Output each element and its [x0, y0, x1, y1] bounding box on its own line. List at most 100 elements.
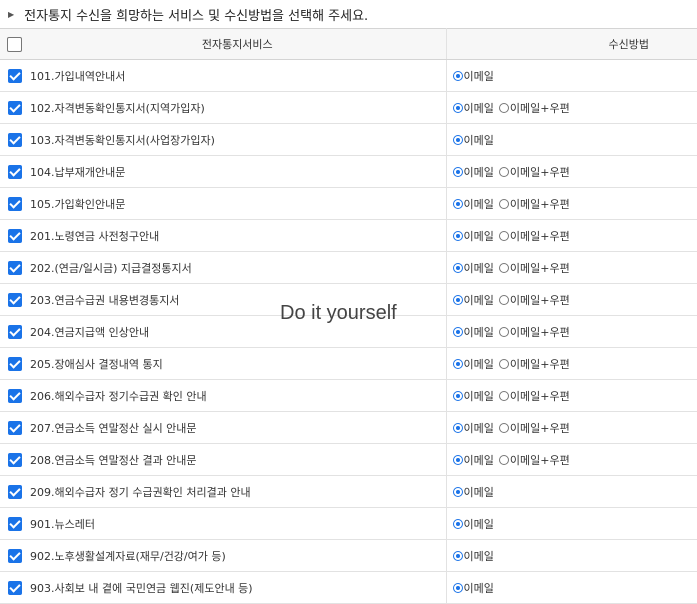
select-all-checkbox[interactable]: [7, 36, 22, 52]
radio-button[interactable]: [452, 294, 463, 305]
method-options: 이메일 이메일+우편: [446, 347, 697, 380]
method-options: 이메일 이메일+우편: [446, 379, 697, 412]
radio-button[interactable]: [498, 294, 509, 305]
method-option-email[interactable]: 이메일: [452, 228, 494, 244]
radio-button[interactable]: [452, 134, 463, 145]
method-option-email-post[interactable]: 이메일+우편: [498, 356, 570, 372]
radio-button[interactable]: [498, 390, 509, 401]
method-option-email-post[interactable]: 이메일+우편: [498, 324, 570, 340]
service-name: 209.해외수급자 정기 수급권확인 처리결과 안내: [29, 475, 447, 508]
radio-button[interactable]: [498, 102, 509, 113]
radio-label: 이메일: [463, 517, 494, 531]
method-option-email[interactable]: 이메일: [452, 324, 494, 340]
service-checkbox[interactable]: [7, 164, 22, 179]
radio-button[interactable]: [498, 262, 509, 273]
method-option-email[interactable]: 이메일: [452, 580, 494, 596]
radio-label: 이메일: [463, 581, 494, 595]
row-checkbox-cell: [0, 443, 29, 476]
service-checkbox[interactable]: [7, 324, 22, 339]
method-option-email[interactable]: 이메일: [452, 132, 494, 148]
radio-button[interactable]: [452, 454, 463, 465]
method-option-email[interactable]: 이메일: [452, 164, 494, 180]
radio-label: 이메일: [463, 293, 494, 307]
radio-button[interactable]: [498, 422, 509, 433]
method-option-email[interactable]: 이메일: [452, 196, 494, 212]
method-option-email[interactable]: 이메일: [452, 68, 494, 84]
radio-button[interactable]: [452, 198, 463, 209]
method-option-email[interactable]: 이메일: [452, 356, 494, 372]
service-checkbox[interactable]: [7, 260, 22, 275]
method-options: 이메일 이메일+우편: [446, 219, 697, 252]
radio-label: 이메일+우편: [509, 293, 570, 307]
radio-button[interactable]: [498, 166, 509, 177]
method-option-email[interactable]: 이메일: [452, 388, 494, 404]
method-option-email[interactable]: 이메일: [452, 548, 494, 564]
radio-button[interactable]: [452, 326, 463, 337]
radio-button[interactable]: [498, 326, 509, 337]
method-option-email[interactable]: 이메일: [452, 420, 494, 436]
table-header-row: 전자통지서비스 수신방법: [0, 28, 697, 60]
row-checkbox-cell: [0, 59, 29, 92]
service-checkbox[interactable]: [7, 452, 22, 467]
radio-button[interactable]: [452, 166, 463, 177]
service-checkbox[interactable]: [7, 132, 22, 147]
service-name: 104.납부재개안내문: [29, 155, 447, 188]
method-option-email[interactable]: 이메일: [452, 484, 494, 500]
service-checkbox[interactable]: [7, 388, 22, 403]
method-option-email-post[interactable]: 이메일+우편: [498, 228, 570, 244]
radio-button[interactable]: [452, 550, 463, 561]
method-option-email-post[interactable]: 이메일+우편: [498, 100, 570, 116]
table-row: 203.연금수급권 내용변경통지서 이메일 이메일+우편: [0, 283, 697, 316]
service-checkbox[interactable]: [7, 292, 22, 307]
service-checkbox[interactable]: [7, 68, 22, 83]
row-checkbox-cell: [0, 571, 29, 604]
radio-button[interactable]: [452, 358, 463, 369]
table-row: 901.뉴스레터 이메일: [0, 507, 697, 540]
method-option-email-post[interactable]: 이메일+우편: [498, 388, 570, 404]
service-checkbox[interactable]: [7, 548, 22, 563]
service-checkbox[interactable]: [7, 228, 22, 243]
method-option-email[interactable]: 이메일: [452, 292, 494, 308]
service-checkbox[interactable]: [7, 420, 22, 435]
radio-button[interactable]: [452, 262, 463, 273]
radio-label: 이메일: [463, 357, 494, 371]
service-checkbox[interactable]: [7, 196, 22, 211]
service-name: 202.(연금/일시금) 지급결정통지서: [29, 251, 447, 284]
radio-button[interactable]: [452, 518, 463, 529]
method-option-email[interactable]: 이메일: [452, 100, 494, 116]
service-checkbox[interactable]: [7, 484, 22, 499]
radio-button[interactable]: [498, 454, 509, 465]
section-heading-text: 전자통지 수신을 희망하는 서비스 및 수신방법을 선택해 주세요.: [24, 8, 369, 24]
method-option-email-post[interactable]: 이메일+우편: [498, 452, 570, 468]
service-checkbox[interactable]: [7, 100, 22, 115]
row-checkbox-cell: [0, 187, 29, 220]
table-row: 204.연금지급액 인상안내 이메일 이메일+우편: [0, 315, 697, 348]
service-checkbox[interactable]: [7, 356, 22, 371]
service-name: 203.연금수급권 내용변경통지서: [29, 283, 447, 316]
radio-label: 이메일: [463, 165, 494, 179]
method-option-email-post[interactable]: 이메일+우편: [498, 260, 570, 276]
radio-button[interactable]: [452, 486, 463, 497]
method-option-email-post[interactable]: 이메일+우편: [498, 164, 570, 180]
radio-button[interactable]: [452, 102, 463, 113]
radio-label: 이메일+우편: [509, 101, 570, 115]
row-checkbox-cell: [0, 539, 29, 572]
radio-button[interactable]: [452, 422, 463, 433]
service-checkbox[interactable]: [7, 516, 22, 531]
service-checkbox[interactable]: [7, 580, 22, 595]
radio-button[interactable]: [452, 582, 463, 593]
service-name: 201.노령연금 사전청구안내: [29, 219, 447, 252]
radio-button[interactable]: [452, 230, 463, 241]
table-row: 903.사회보 내 곁에 국민연금 웹진(제도안내 등) 이메일: [0, 571, 697, 604]
method-option-email[interactable]: 이메일: [452, 516, 494, 532]
method-option-email-post[interactable]: 이메일+우편: [498, 292, 570, 308]
method-option-email-post[interactable]: 이메일+우편: [498, 196, 570, 212]
radio-button[interactable]: [498, 230, 509, 241]
radio-button[interactable]: [452, 70, 463, 81]
radio-button[interactable]: [498, 198, 509, 209]
radio-button[interactable]: [452, 390, 463, 401]
method-option-email[interactable]: 이메일: [452, 260, 494, 276]
method-option-email-post[interactable]: 이메일+우편: [498, 420, 570, 436]
method-option-email[interactable]: 이메일: [452, 452, 494, 468]
radio-button[interactable]: [498, 358, 509, 369]
